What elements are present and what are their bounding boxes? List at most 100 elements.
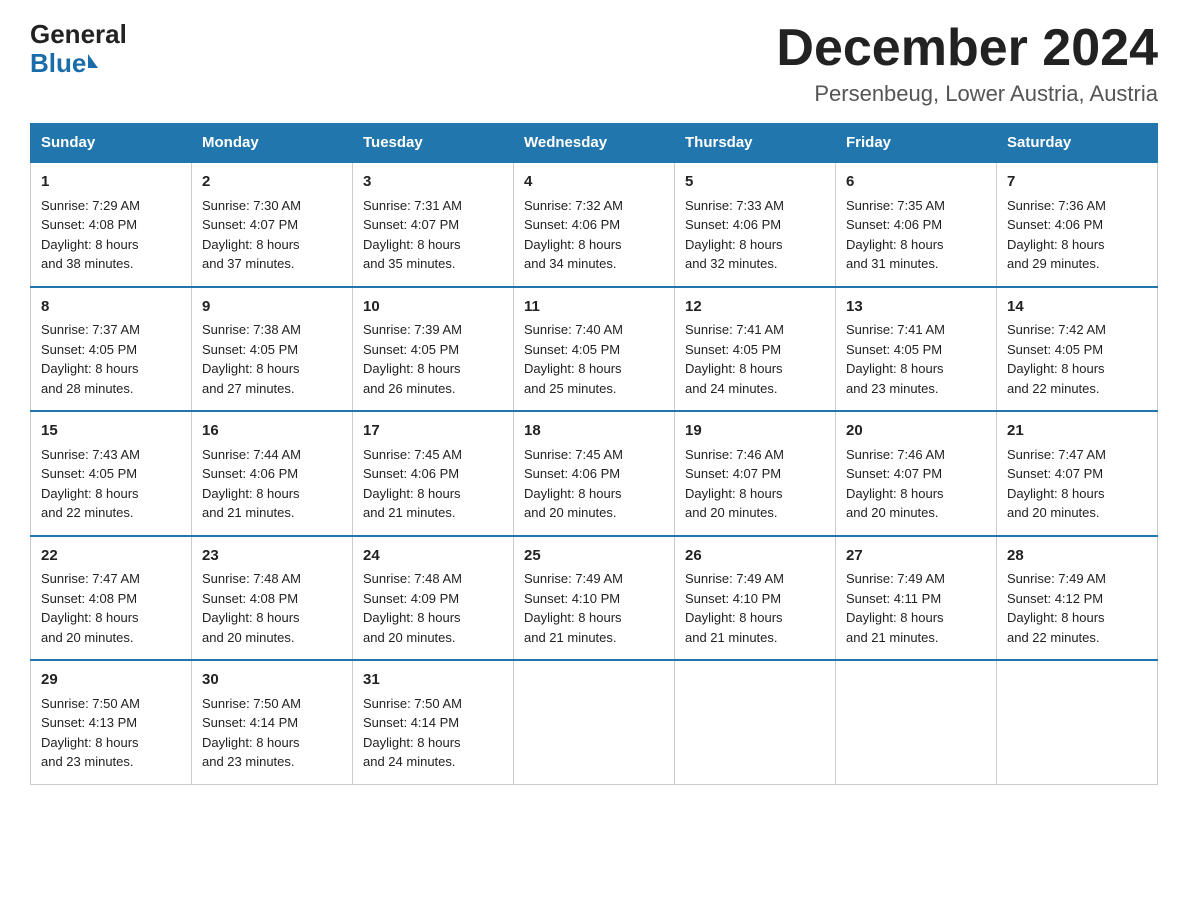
day-number: 12 [685,296,825,319]
header-tuesday: Tuesday [353,124,514,163]
calendar-table: Sunday Monday Tuesday Wednesday Thursday… [30,123,1158,785]
calendar-cell: 1 Sunrise: 7:29 AM Sunset: 4:08 PM Dayli… [31,162,192,287]
day-info: Sunrise: 7:41 AM Sunset: 4:05 PM Dayligh… [846,320,986,398]
day-number: 2 [202,171,342,194]
day-number: 17 [363,420,503,443]
calendar-week-5: 29 Sunrise: 7:50 AM Sunset: 4:13 PM Dayl… [31,660,1158,784]
header-thursday: Thursday [675,124,836,163]
calendar-cell: 23 Sunrise: 7:48 AM Sunset: 4:08 PM Dayl… [192,536,353,661]
logo-blue-text: Blue [30,49,98,78]
day-number: 1 [41,171,181,194]
day-number: 7 [1007,171,1147,194]
calendar-cell [675,660,836,784]
day-info: Sunrise: 7:49 AM Sunset: 4:10 PM Dayligh… [524,569,664,647]
month-title: December 2024 [776,20,1158,77]
day-number: 16 [202,420,342,443]
day-info: Sunrise: 7:40 AM Sunset: 4:05 PM Dayligh… [524,320,664,398]
day-info: Sunrise: 7:50 AM Sunset: 4:14 PM Dayligh… [202,694,342,772]
logo: General Blue [30,20,127,77]
day-info: Sunrise: 7:37 AM Sunset: 4:05 PM Dayligh… [41,320,181,398]
calendar-cell: 8 Sunrise: 7:37 AM Sunset: 4:05 PM Dayli… [31,287,192,412]
day-info: Sunrise: 7:47 AM Sunset: 4:07 PM Dayligh… [1007,445,1147,523]
day-number: 24 [363,545,503,568]
day-number: 30 [202,669,342,692]
header-row: Sunday Monday Tuesday Wednesday Thursday… [31,124,1158,163]
day-number: 26 [685,545,825,568]
day-number: 3 [363,171,503,194]
day-info: Sunrise: 7:35 AM Sunset: 4:06 PM Dayligh… [846,196,986,274]
day-info: Sunrise: 7:33 AM Sunset: 4:06 PM Dayligh… [685,196,825,274]
day-info: Sunrise: 7:48 AM Sunset: 4:09 PM Dayligh… [363,569,503,647]
day-info: Sunrise: 7:30 AM Sunset: 4:07 PM Dayligh… [202,196,342,274]
day-info: Sunrise: 7:43 AM Sunset: 4:05 PM Dayligh… [41,445,181,523]
calendar-cell: 9 Sunrise: 7:38 AM Sunset: 4:05 PM Dayli… [192,287,353,412]
day-info: Sunrise: 7:46 AM Sunset: 4:07 PM Dayligh… [685,445,825,523]
day-number: 19 [685,420,825,443]
day-info: Sunrise: 7:50 AM Sunset: 4:13 PM Dayligh… [41,694,181,772]
day-info: Sunrise: 7:29 AM Sunset: 4:08 PM Dayligh… [41,196,181,274]
day-info: Sunrise: 7:36 AM Sunset: 4:06 PM Dayligh… [1007,196,1147,274]
calendar-cell: 31 Sunrise: 7:50 AM Sunset: 4:14 PM Dayl… [353,660,514,784]
calendar-cell: 25 Sunrise: 7:49 AM Sunset: 4:10 PM Dayl… [514,536,675,661]
day-info: Sunrise: 7:49 AM Sunset: 4:11 PM Dayligh… [846,569,986,647]
calendar-cell: 21 Sunrise: 7:47 AM Sunset: 4:07 PM Dayl… [997,411,1158,536]
day-number: 31 [363,669,503,692]
day-number: 10 [363,296,503,319]
day-info: Sunrise: 7:38 AM Sunset: 4:05 PM Dayligh… [202,320,342,398]
location-title: Persenbeug, Lower Austria, Austria [776,81,1158,107]
calendar-cell: 22 Sunrise: 7:47 AM Sunset: 4:08 PM Dayl… [31,536,192,661]
title-block: December 2024 Persenbeug, Lower Austria,… [776,20,1158,107]
day-number: 18 [524,420,664,443]
day-info: Sunrise: 7:42 AM Sunset: 4:05 PM Dayligh… [1007,320,1147,398]
header-friday: Friday [836,124,997,163]
calendar-cell: 3 Sunrise: 7:31 AM Sunset: 4:07 PM Dayli… [353,162,514,287]
calendar-week-3: 15 Sunrise: 7:43 AM Sunset: 4:05 PM Dayl… [31,411,1158,536]
day-info: Sunrise: 7:45 AM Sunset: 4:06 PM Dayligh… [363,445,503,523]
calendar-cell: 16 Sunrise: 7:44 AM Sunset: 4:06 PM Dayl… [192,411,353,536]
calendar-cell: 6 Sunrise: 7:35 AM Sunset: 4:06 PM Dayli… [836,162,997,287]
calendar-cell [836,660,997,784]
day-number: 15 [41,420,181,443]
day-number: 27 [846,545,986,568]
header-wednesday: Wednesday [514,124,675,163]
day-info: Sunrise: 7:46 AM Sunset: 4:07 PM Dayligh… [846,445,986,523]
day-number: 22 [41,545,181,568]
day-number: 13 [846,296,986,319]
calendar-cell: 11 Sunrise: 7:40 AM Sunset: 4:05 PM Dayl… [514,287,675,412]
calendar-cell: 30 Sunrise: 7:50 AM Sunset: 4:14 PM Dayl… [192,660,353,784]
day-number: 20 [846,420,986,443]
day-info: Sunrise: 7:47 AM Sunset: 4:08 PM Dayligh… [41,569,181,647]
day-number: 6 [846,171,986,194]
day-info: Sunrise: 7:41 AM Sunset: 4:05 PM Dayligh… [685,320,825,398]
day-info: Sunrise: 7:31 AM Sunset: 4:07 PM Dayligh… [363,196,503,274]
day-number: 9 [202,296,342,319]
calendar-cell: 14 Sunrise: 7:42 AM Sunset: 4:05 PM Dayl… [997,287,1158,412]
page-header: General Blue December 2024 Persenbeug, L… [30,20,1158,107]
logo-general-text: General [30,20,127,49]
day-info: Sunrise: 7:49 AM Sunset: 4:12 PM Dayligh… [1007,569,1147,647]
calendar-cell: 2 Sunrise: 7:30 AM Sunset: 4:07 PM Dayli… [192,162,353,287]
calendar-cell: 13 Sunrise: 7:41 AM Sunset: 4:05 PM Dayl… [836,287,997,412]
calendar-cell [514,660,675,784]
calendar-cell: 4 Sunrise: 7:32 AM Sunset: 4:06 PM Dayli… [514,162,675,287]
calendar-week-4: 22 Sunrise: 7:47 AM Sunset: 4:08 PM Dayl… [31,536,1158,661]
header-saturday: Saturday [997,124,1158,163]
day-number: 8 [41,296,181,319]
calendar-cell: 26 Sunrise: 7:49 AM Sunset: 4:10 PM Dayl… [675,536,836,661]
day-number: 14 [1007,296,1147,319]
day-info: Sunrise: 7:39 AM Sunset: 4:05 PM Dayligh… [363,320,503,398]
header-sunday: Sunday [31,124,192,163]
calendar-cell: 10 Sunrise: 7:39 AM Sunset: 4:05 PM Dayl… [353,287,514,412]
day-number: 29 [41,669,181,692]
calendar-week-2: 8 Sunrise: 7:37 AM Sunset: 4:05 PM Dayli… [31,287,1158,412]
day-number: 28 [1007,545,1147,568]
day-info: Sunrise: 7:49 AM Sunset: 4:10 PM Dayligh… [685,569,825,647]
day-info: Sunrise: 7:32 AM Sunset: 4:06 PM Dayligh… [524,196,664,274]
logo-triangle-icon [88,54,98,68]
calendar-cell: 17 Sunrise: 7:45 AM Sunset: 4:06 PM Dayl… [353,411,514,536]
calendar-cell: 27 Sunrise: 7:49 AM Sunset: 4:11 PM Dayl… [836,536,997,661]
day-number: 21 [1007,420,1147,443]
calendar-cell: 24 Sunrise: 7:48 AM Sunset: 4:09 PM Dayl… [353,536,514,661]
day-info: Sunrise: 7:45 AM Sunset: 4:06 PM Dayligh… [524,445,664,523]
calendar-cell: 28 Sunrise: 7:49 AM Sunset: 4:12 PM Dayl… [997,536,1158,661]
